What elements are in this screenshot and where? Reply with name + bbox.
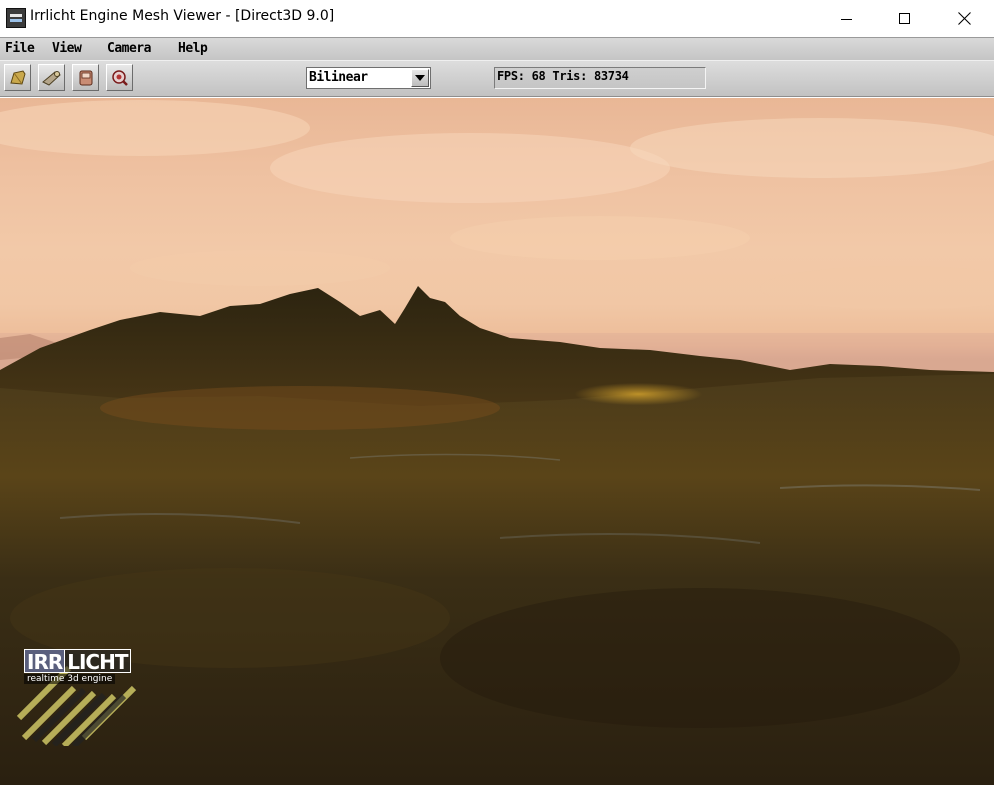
- help-button[interactable]: [106, 64, 133, 91]
- save-icon: [79, 70, 92, 85]
- logo-tagline: realtime 3d engine: [24, 674, 116, 684]
- maximize-icon: [899, 12, 910, 24]
- fps-status-box: FPS: 68 Tris: 83734: [494, 67, 706, 89]
- toolbar: Bilinear FPS: 68 Tris: 83734: [0, 60, 994, 97]
- menu-help[interactable]: Help: [178, 41, 208, 56]
- terrain-scene: [0, 100, 994, 785]
- open-file-button[interactable]: [4, 64, 31, 91]
- chevron-down-icon: [415, 75, 425, 81]
- help-icon: [111, 69, 128, 86]
- close-icon: [957, 12, 971, 25]
- set-path-icon: [41, 70, 61, 86]
- open-file-icon: [9, 69, 26, 85]
- menu-view[interactable]: View: [52, 41, 82, 56]
- menu-camera[interactable]: Camera: [107, 41, 151, 56]
- texture-filter-select[interactable]: Bilinear: [306, 67, 431, 89]
- minimize-button[interactable]: [818, 0, 876, 37]
- irrlicht-app-icon[interactable]: [6, 8, 26, 28]
- window-title: Irrlicht Engine Mesh Viewer - [Direct3D …: [30, 8, 335, 24]
- title-bar: Irrlicht Engine Mesh Viewer - [Direct3D …: [0, 0, 994, 37]
- close-button[interactable]: [934, 0, 994, 37]
- render-viewport[interactable]: IRR LICHT realtime 3d engine: [0, 98, 994, 785]
- irrlicht-logo: IRR LICHT realtime 3d engine: [14, 628, 146, 746]
- logo-word-licht: LICHT: [65, 649, 131, 674]
- menu-file[interactable]: File: [5, 41, 35, 56]
- fps-status-text: FPS: 68 Tris: 83734: [497, 69, 629, 83]
- set-path-button[interactable]: [38, 64, 65, 91]
- logo-word-irr: IRR: [24, 649, 66, 674]
- minimize-icon: [841, 18, 852, 20]
- texture-filter-value: Bilinear: [309, 70, 368, 85]
- dropdown-arrow-button[interactable]: [411, 69, 429, 87]
- menu-bar: File View Camera Help: [0, 37, 994, 61]
- save-button[interactable]: [72, 64, 99, 91]
- maximize-button[interactable]: [876, 0, 934, 37]
